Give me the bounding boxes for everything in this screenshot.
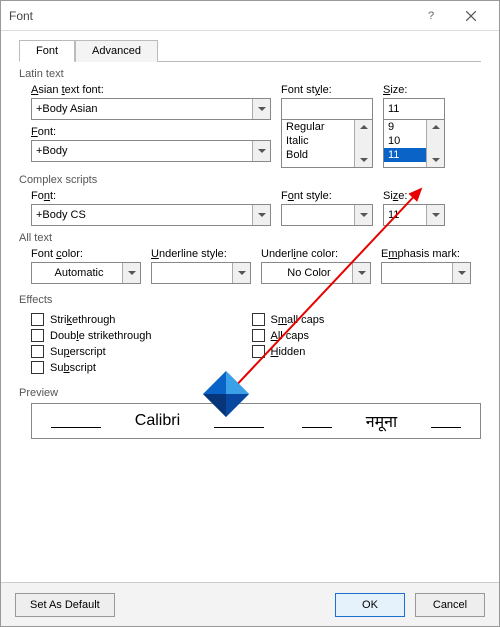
chevron-down-icon — [452, 263, 470, 283]
section-effects: Effects — [19, 294, 481, 306]
size-list[interactable]: 9 10 11 — [383, 120, 445, 168]
ustyle-combo[interactable] — [151, 262, 251, 284]
tab-font-label: Font — [36, 45, 58, 57]
checkbox-icon — [31, 313, 44, 326]
cs-size-label: Size: — [383, 190, 445, 202]
scroll-up-icon — [427, 120, 444, 134]
button-bar: Set As Default OK Cancel — [1, 582, 499, 626]
cs-size-combo[interactable]: 11 — [383, 204, 445, 226]
preview-latin: Calibri — [135, 412, 180, 430]
checkbox-icon — [31, 345, 44, 358]
chevron-down-icon — [252, 99, 270, 119]
set-default-label: Set As Default — [30, 599, 100, 611]
preview-cs: नमूना — [366, 410, 397, 432]
smallcaps-checkbox[interactable]: Small caps — [252, 313, 325, 326]
font-value: +Body — [36, 145, 68, 157]
tab-font[interactable]: Font — [19, 40, 75, 62]
help-button[interactable]: ? — [411, 1, 451, 31]
chevron-down-icon — [122, 263, 140, 283]
section-preview: Preview — [19, 387, 481, 399]
cs-fontstyle-combo[interactable] — [281, 204, 373, 226]
list-item[interactable]: Regular — [282, 120, 354, 134]
cancel-button[interactable]: Cancel — [415, 593, 485, 617]
ucolor-value: No Color — [266, 267, 352, 279]
scrollbar[interactable] — [354, 120, 372, 167]
size-input[interactable]: 11 — [383, 98, 445, 120]
list-item[interactable]: Italic — [282, 134, 354, 148]
font-combo[interactable]: +Body — [31, 140, 271, 162]
superscript-checkbox[interactable]: Superscript — [31, 345, 152, 358]
ucolor-combo[interactable]: No Color — [261, 262, 371, 284]
scroll-up-icon — [355, 120, 372, 134]
window-title: Font — [9, 9, 411, 23]
dstrike-checkbox[interactable]: Double strikethrough — [31, 329, 152, 342]
close-icon — [466, 11, 476, 21]
fontstyle-list[interactable]: Regular Italic Bold — [281, 120, 373, 168]
size-label: Size: — [383, 84, 445, 96]
ustyle-label: Underline style: — [151, 248, 251, 260]
checkbox-icon — [252, 313, 265, 326]
emark-label: Emphasis mark: — [381, 248, 471, 260]
allcaps-checkbox[interactable]: All caps — [252, 329, 325, 342]
checkbox-icon — [252, 345, 265, 358]
help-icon: ? — [428, 10, 434, 22]
fontstyle-label: Font style: — [281, 84, 373, 96]
ucolor-label: Underline color: — [261, 248, 371, 260]
section-latin: Latin text — [19, 68, 481, 80]
chevron-down-icon — [252, 205, 270, 225]
fontcolor-value: Automatic — [36, 267, 122, 279]
scroll-down-icon — [427, 153, 444, 167]
cs-font-label: Font: — [31, 190, 271, 202]
set-default-button[interactable]: Set As Default — [15, 593, 115, 617]
list-item[interactable]: 10 — [384, 134, 426, 148]
ok-label: OK — [362, 599, 378, 611]
close-button[interactable] — [451, 1, 491, 31]
section-alltext: All text — [19, 232, 481, 244]
titlebar: Font ? — [1, 1, 499, 31]
cs-font-value: +Body CS — [36, 209, 86, 221]
fontcolor-label: Font color: — [31, 248, 141, 260]
scroll-down-icon — [355, 153, 372, 167]
chevron-down-icon — [352, 263, 370, 283]
preview-underline — [431, 427, 461, 428]
asian-font-value: +Body Asian — [36, 103, 97, 115]
size-value: 11 — [388, 103, 399, 115]
scrollbar[interactable] — [426, 120, 444, 167]
chevron-down-icon — [252, 141, 270, 161]
list-item[interactable]: Bold — [282, 148, 354, 162]
asian-font-label: Asian text font: — [31, 84, 271, 96]
cs-size-value: 11 — [388, 209, 399, 221]
chevron-down-icon — [232, 263, 250, 283]
checkbox-icon — [31, 361, 44, 374]
tab-bar: Font Advanced — [19, 39, 481, 62]
ok-button[interactable]: OK — [335, 593, 405, 617]
font-label: Font: — [31, 126, 271, 138]
fontcolor-combo[interactable]: Automatic — [31, 262, 141, 284]
subscript-checkbox[interactable]: Subscript — [31, 361, 152, 374]
cs-fontstyle-label: Font style: — [281, 190, 373, 202]
preview-underline — [214, 427, 264, 428]
preview-underline — [51, 427, 101, 428]
chevron-down-icon — [354, 205, 372, 225]
preview-box: Calibri नमूना — [31, 403, 481, 439]
list-item-selected[interactable]: 11 — [384, 148, 426, 162]
hidden-checkbox[interactable]: Hidden — [252, 345, 325, 358]
tab-advanced[interactable]: Advanced — [75, 40, 158, 62]
checkbox-icon — [31, 329, 44, 342]
cancel-label: Cancel — [433, 599, 467, 611]
fontstyle-input[interactable] — [281, 98, 373, 120]
section-complex: Complex scripts — [19, 174, 481, 186]
list-item[interactable]: 9 — [384, 120, 426, 134]
emark-combo[interactable] — [381, 262, 471, 284]
tab-advanced-label: Advanced — [92, 45, 141, 57]
cs-font-combo[interactable]: +Body CS — [31, 204, 271, 226]
checkbox-icon — [252, 329, 265, 342]
asian-font-combo[interactable]: +Body Asian — [31, 98, 271, 120]
strike-checkbox[interactable]: Strikethrough — [31, 313, 152, 326]
chevron-down-icon — [426, 205, 444, 225]
preview-underline — [302, 427, 332, 428]
